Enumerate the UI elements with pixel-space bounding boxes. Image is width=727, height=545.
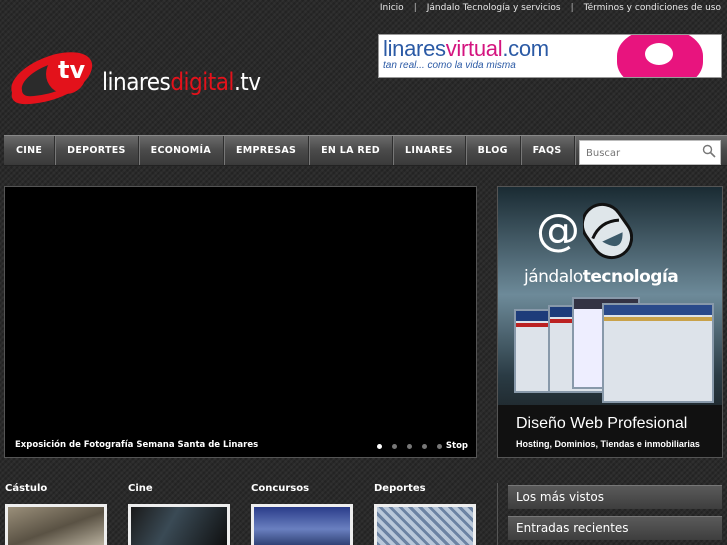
ad-brand-prefix: jándalo [524,267,583,287]
search-box [579,140,721,165]
logo-text-suffix: .tv [233,68,261,96]
widget-most-viewed[interactable]: Los más vistos [508,485,722,509]
slide-dot[interactable] [407,444,412,449]
top-link-terminos[interactable]: Términos y condiciones de uso [584,3,721,13]
category-thumbnail[interactable] [5,504,107,545]
category-block: Deportes [374,483,476,545]
website-screenshots-image [514,297,714,407]
nav-item-economia[interactable]: ECONOMÍA [139,136,224,165]
logo-badge: tv [58,56,86,84]
slide-dot[interactable] [437,444,442,449]
nav-item-blog[interactable]: BLOG [466,136,521,165]
ad-brand-accent: tecnología [582,267,679,287]
logo-text-accent: digital [170,68,234,96]
category-thumbnail[interactable] [374,504,476,545]
logo-text-prefix: linares [102,68,171,96]
category-thumbnail[interactable] [251,504,353,545]
widget-recent-posts[interactable]: Entradas recientes [508,516,722,540]
separator: | [570,3,574,13]
banner-title-accent: virtual [445,36,503,61]
ad-subtitle: Hosting, Dominios, Tiendas e inmobiliari… [516,439,700,449]
slide-dot[interactable] [392,444,397,449]
top-link-jandalo[interactable]: Jándalo Tecnología y servicios [427,3,561,13]
nav-item-linares[interactable]: LINARES [393,136,466,165]
category-title[interactable]: Cine [128,483,230,494]
nav-item-empresas[interactable]: EMPRESAS [224,136,310,165]
category-block: Cine [128,483,230,545]
featured-video-slider[interactable]: Exposición de Fotografía Semana Santa de… [4,186,477,458]
category-thumbnail[interactable] [128,504,230,545]
category-block: Concursos [251,483,353,545]
nav-item-faqs[interactable]: FAQS [521,136,575,165]
site-logo[interactable]: tv linaresdigital.tv [6,44,276,108]
category-title[interactable]: Deportes [374,483,476,494]
category-title[interactable]: Concursos [251,483,353,494]
search-input[interactable] [580,142,700,165]
linaresvirtual-banner[interactable]: linaresvirtual.com tan real... como la v… [378,34,722,78]
logo-wordmark: linaresdigital.tv [102,68,261,96]
stop-button[interactable]: Stop [446,441,468,451]
top-link-inicio[interactable]: Inicio [380,3,404,13]
top-links: Inicio | Jándalo Tecnología y servicios … [380,3,721,13]
category-title[interactable]: Cástulo [5,483,107,494]
slide-caption[interactable]: Exposición de Fotografía Semana Santa de… [15,440,258,450]
separator: | [413,3,417,13]
column-divider [497,483,498,545]
nav-item-deportes[interactable]: DEPORTES [55,136,139,165]
slide-dot[interactable] [377,444,382,449]
ad-brand: jándalotecnología [524,267,679,287]
banner-blob-graphic [617,35,703,77]
jandalo-ad-banner[interactable]: @ jándalotecnología Diseño Web Profesion… [497,186,723,458]
ad-title: Diseño Web Profesional [516,415,688,432]
search-icon[interactable] [702,144,716,158]
computer-mouse-icon [583,202,633,260]
slide-dot[interactable] [422,444,427,449]
banner-title: linaresvirtual.com [383,36,549,62]
main-nav: CINE DEPORTES ECONOMÍA EMPRESAS EN LA RE… [4,135,727,166]
logo-swoosh-icon [11,52,93,105]
slide-pagination [377,444,442,449]
banner-title-suffix: .com [502,36,549,61]
banner-subtitle: tan real... como la vida misma [383,60,516,71]
category-block: Cástulo [5,483,107,545]
at-icon: @ [536,205,580,256]
nav-item-en-la-red[interactable]: EN LA RED [309,136,393,165]
banner-title-prefix: linares [383,36,446,61]
nav-item-cine[interactable]: CINE [4,136,56,165]
